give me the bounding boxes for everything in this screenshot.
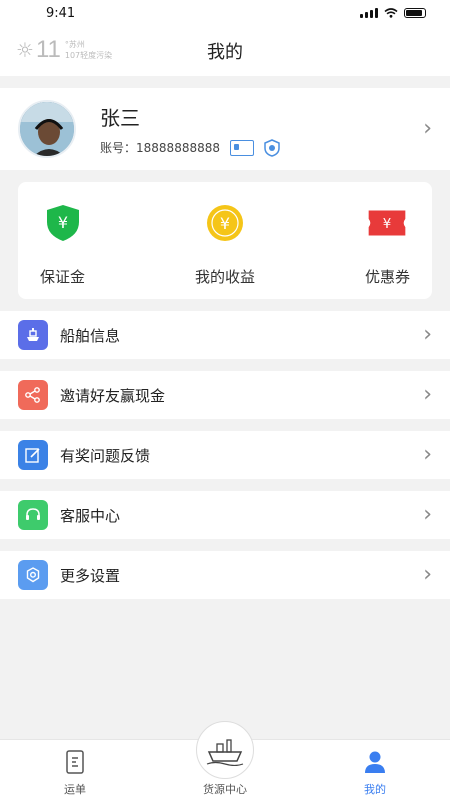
chevron-right-icon: › bbox=[423, 322, 432, 347]
wallet-card: ¥ 保证金 ¥ 我的收益 ¥ 优惠券 bbox=[18, 182, 432, 299]
profile-info: 张三 账号： 18888888888 bbox=[100, 102, 423, 157]
page-title: 我的 bbox=[207, 42, 243, 63]
wifi-icon bbox=[384, 8, 398, 18]
cargo-ship-icon bbox=[196, 721, 254, 779]
id-card-icon[interactable] bbox=[230, 139, 254, 156]
menu-item-invite[interactable]: 邀请好友赢现金 › bbox=[0, 371, 450, 419]
verified-shield-icon[interactable] bbox=[264, 138, 280, 157]
status-bar: 9:41 bbox=[0, 0, 450, 26]
weather-city-row: °苏州 bbox=[65, 39, 112, 50]
menu-label: 更多设置 bbox=[60, 566, 121, 585]
tab-cargo-center[interactable]: 货源中心 bbox=[175, 721, 275, 797]
menu-item-ship-info[interactable]: 船舶信息 › bbox=[0, 311, 450, 359]
account-number: 18888888888 bbox=[136, 140, 220, 155]
menu-item-customer-service[interactable]: 客服中心 › bbox=[0, 491, 450, 539]
chevron-right-icon: › bbox=[423, 116, 432, 141]
header: ☼ 11 °苏州 107轻度污染 我的 bbox=[0, 26, 450, 76]
settings-icon bbox=[18, 560, 48, 590]
ship-icon bbox=[18, 320, 48, 350]
coin-yen-icon: ¥ bbox=[205, 202, 245, 244]
tab-waybill[interactable]: 运单 bbox=[25, 749, 125, 797]
menu-label: 邀请好友赢现金 bbox=[60, 386, 166, 405]
user-icon bbox=[362, 749, 388, 775]
share-icon bbox=[18, 380, 48, 410]
svg-text:¥: ¥ bbox=[220, 214, 230, 233]
chevron-right-icon: › bbox=[423, 442, 432, 467]
tab-label: 运单 bbox=[64, 783, 86, 796]
chevron-right-icon: › bbox=[423, 562, 432, 587]
account-label: 账号： bbox=[100, 141, 137, 155]
svg-text:¥: ¥ bbox=[57, 213, 67, 232]
sun-icon: ☼ bbox=[16, 38, 34, 62]
wallet-item-deposit[interactable]: ¥ 保证金 bbox=[40, 182, 85, 299]
wallet-label: 优惠券 bbox=[364, 268, 410, 286]
account-row: 账号： 18888888888 bbox=[100, 138, 423, 157]
wallet-item-coupons[interactable]: ¥ 优惠券 bbox=[365, 182, 410, 299]
menu-label: 船舶信息 bbox=[60, 326, 121, 345]
status-icons bbox=[360, 8, 426, 18]
wallet-label: 我的收益 bbox=[194, 268, 255, 286]
document-icon bbox=[62, 749, 88, 775]
ticket-yen-icon: ¥ bbox=[367, 202, 407, 244]
tab-label: 货源中心 bbox=[203, 783, 247, 796]
tab-label: 我的 bbox=[364, 783, 386, 796]
wallet-item-earnings[interactable]: ¥ 我的收益 bbox=[195, 182, 255, 299]
headset-icon bbox=[18, 500, 48, 530]
weather-aqi: 107轻度污染 bbox=[64, 51, 113, 60]
weather-widget[interactable]: ☼ 11 °苏州 107轻度污染 bbox=[16, 38, 112, 62]
menu-label: 有奖问题反馈 bbox=[60, 446, 151, 465]
tab-mine[interactable]: 我的 bbox=[325, 749, 425, 797]
wallet-label: 保证金 bbox=[40, 268, 86, 286]
edit-icon bbox=[18, 440, 48, 470]
signal-icon bbox=[360, 8, 378, 18]
battery-icon bbox=[404, 8, 426, 18]
status-time: 9:41 bbox=[46, 5, 76, 21]
weather-temp: 11 bbox=[35, 36, 61, 63]
avatar[interactable] bbox=[18, 100, 76, 158]
profile-card[interactable]: 张三 账号： 18888888888 › bbox=[0, 88, 450, 170]
user-name: 张三 bbox=[100, 105, 140, 130]
tab-bar: 运单 货源中心 我的 bbox=[0, 721, 450, 799]
weather-meta: °苏州 107轻度污染 bbox=[65, 39, 112, 61]
chevron-right-icon: › bbox=[423, 382, 432, 407]
menu-item-feedback[interactable]: 有奖问题反馈 › bbox=[0, 431, 450, 479]
menu-label: 客服中心 bbox=[60, 506, 121, 525]
weather-city: 苏州 bbox=[68, 40, 85, 49]
menu-item-settings[interactable]: 更多设置 › bbox=[0, 551, 450, 599]
svg-text:¥: ¥ bbox=[383, 217, 391, 232]
avatar-portrait-icon bbox=[20, 102, 74, 156]
shield-yen-icon: ¥ bbox=[43, 202, 83, 244]
chevron-right-icon: › bbox=[423, 502, 432, 527]
